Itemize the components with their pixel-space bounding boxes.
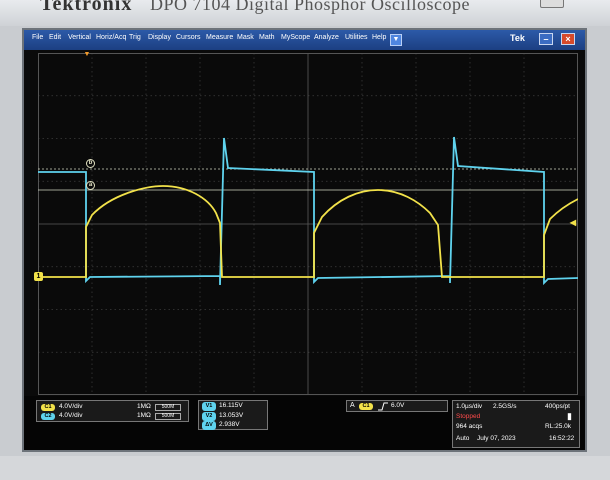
ch2-impedance: 1MΩ [137, 412, 151, 419]
menu-trig[interactable]: Trig [129, 34, 141, 41]
center-axes [38, 53, 578, 395]
menu-edit[interactable]: Edit [49, 34, 61, 41]
timebase: 1.0µs/div [456, 403, 483, 410]
menu-help[interactable]: Help [372, 34, 386, 41]
v1-value: 16.115V [219, 402, 243, 409]
v2-value: 13.053V [219, 411, 244, 419]
sample-rate: 2.5GS/s [493, 403, 517, 410]
brand-logo: Tektronix [40, 0, 133, 15]
trigger-type-icon: A [350, 402, 355, 409]
channel-settings-box[interactable]: C1 4.0V/div 1MΩ 500M C2 4.0V/div 1MΩ 500… [36, 400, 189, 422]
ch2-scale: 4.0V/div [59, 412, 83, 419]
ch1-badge: C1 [41, 404, 55, 411]
chevron-down-icon[interactable]: ▼ [390, 34, 402, 46]
resolution: 400ps/pt [545, 403, 570, 410]
menu-vertical[interactable]: Vertical [68, 34, 91, 41]
time: 16:52:22 [549, 435, 575, 442]
delta-v-value: 2.938V [219, 421, 240, 428]
delta-v-label: ΔV [202, 421, 216, 430]
menu-display[interactable]: Display [148, 34, 171, 41]
menu-file[interactable]: File [32, 34, 43, 41]
trigger-box[interactable]: A C1 6.0V [346, 400, 448, 412]
rising-edge-icon [378, 402, 388, 411]
v2-label: V2 [202, 411, 216, 421]
ch2-bandwidth: 500M [155, 413, 181, 420]
menu-math[interactable]: Math [259, 34, 275, 41]
cursor-a-marker[interactable]: a [86, 181, 95, 190]
scope-screen: File Edit Vertical Horiz/Acq Trig Displa… [22, 28, 587, 452]
graticule [38, 53, 578, 395]
menu-bar: File Edit Vertical Horiz/Acq Trig Displa… [24, 30, 585, 50]
v1-label: V1 [202, 402, 216, 411]
ch1-scale: 4.0V/div [59, 403, 83, 410]
minimize-icon[interactable]: – [539, 33, 553, 45]
acquisition-count: 964 acqs [456, 423, 483, 430]
readout-panel: C1 4.0V/div 1MΩ 500M C2 4.0V/div 1MΩ 500… [24, 396, 585, 450]
single-sequence-icon: ▮ [567, 411, 572, 421]
cursor-b-marker[interactable]: b [86, 159, 95, 168]
trigger-level: 6.0V [391, 402, 405, 409]
ch1-bandwidth: 500M [155, 404, 181, 411]
instrument-bezel-bottom [0, 456, 610, 480]
waveform-display[interactable]: b a 1 2 ◀ ▼ [34, 51, 578, 395]
trigger-channel: C1 [359, 403, 373, 410]
menu-mask[interactable]: Mask [237, 34, 254, 41]
menu-measure[interactable]: Measure [206, 34, 233, 41]
menu-analyze[interactable]: Analyze [314, 34, 339, 41]
menu-utilities[interactable]: Utilities [345, 34, 368, 41]
record-length: RL:25.0k [545, 423, 572, 430]
trigger-position-icon[interactable]: ▼ [82, 51, 92, 59]
acquisition-state: Stopped [456, 413, 481, 420]
acquisition-box[interactable]: 1.0µs/div 2.5GS/s 400ps/pt Stopped ▮ 964… [452, 400, 580, 448]
tek-logo: Tek [510, 33, 525, 43]
model-label: DPO 7104 Digital Phosphor Oscilloscope [150, 0, 470, 14]
bezel-button[interactable] [540, 0, 564, 8]
ch1-ground-marker[interactable]: 1 [34, 272, 43, 281]
menu-myscope[interactable]: MyScope [281, 34, 310, 41]
trigger-level-arrow-icon[interactable]: ◀ [568, 219, 578, 227]
menu-horiz-acq[interactable]: Horiz/Acq [96, 34, 126, 41]
ch1-impedance: 1MΩ [137, 403, 151, 410]
trigger-mode: Auto [456, 435, 470, 442]
cursor-readout-box[interactable]: V1 16.115V V2 13.053V ΔV 2.938V [198, 400, 268, 430]
instrument-bezel: Tektronix DPO 7104 Digital Phosphor Osci… [0, 0, 610, 26]
close-icon[interactable]: × [561, 33, 575, 45]
date: July 07, 2023 [477, 435, 516, 442]
menu-cursors[interactable]: Cursors [176, 34, 201, 41]
ch2-badge: C2 [41, 413, 55, 420]
